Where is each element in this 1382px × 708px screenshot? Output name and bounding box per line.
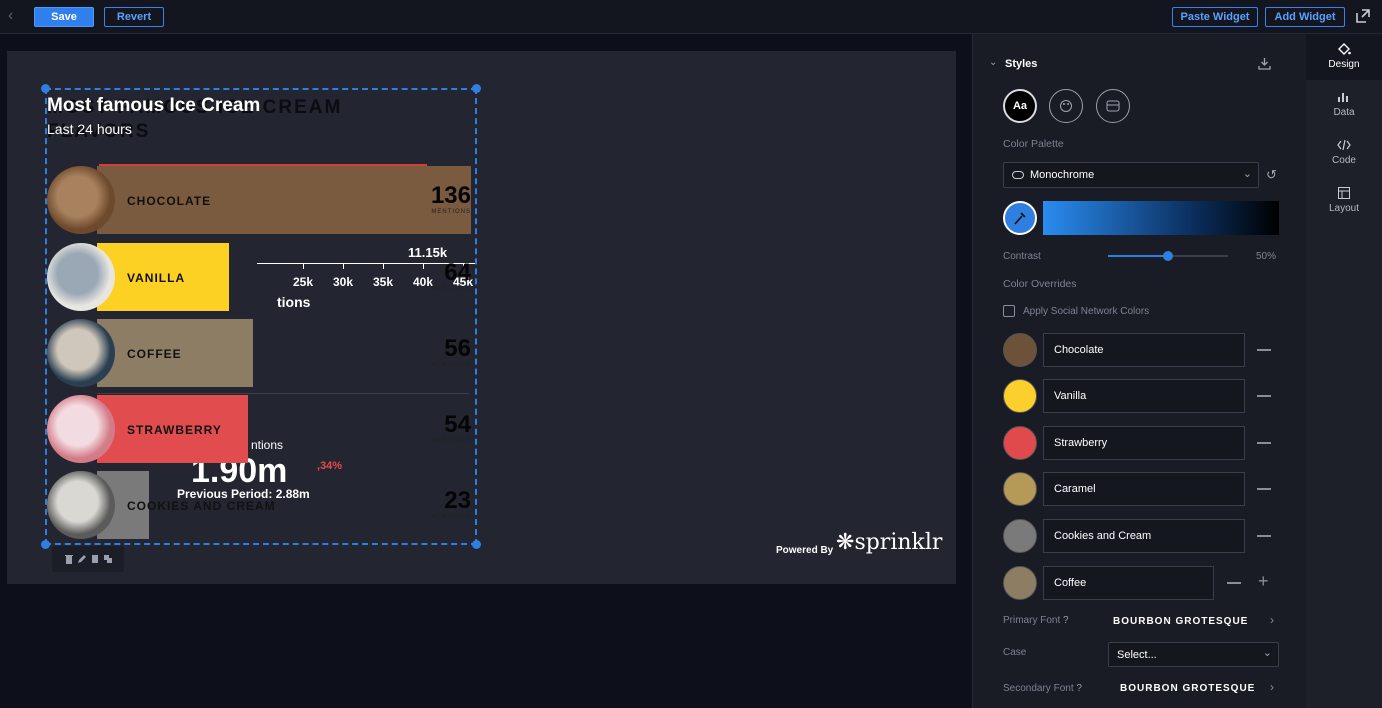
remove-override-icon[interactable]	[1257, 349, 1271, 351]
palette-select-value: Monochrome	[1030, 169, 1095, 181]
theme-option-2[interactable]	[1049, 89, 1083, 123]
tab-code[interactable]: Code	[1306, 132, 1382, 178]
secondary-font-value[interactable]: BOURBON GROTESQUE	[1120, 683, 1255, 694]
revert-button[interactable]: Revert	[104, 7, 164, 27]
font-theme-badge[interactable]: Aa	[1003, 89, 1037, 123]
reset-icon[interactable]: ↺	[1266, 167, 1277, 183]
override-name-field[interactable]: Strawberry	[1043, 426, 1245, 460]
color-palette-label: Color Palette	[1003, 138, 1064, 150]
widget-selection-frame[interactable]	[41, 84, 481, 549]
social-colors-label: Apply Social Network Colors	[1023, 306, 1150, 317]
code-icon	[1337, 139, 1351, 151]
override-name-field[interactable]: Cookies and Cream	[1043, 519, 1245, 553]
override-color-swatch[interactable]	[1003, 472, 1037, 506]
eyedropper-icon	[1014, 212, 1026, 225]
add-widget-button[interactable]: Add Widget	[1265, 7, 1345, 27]
top-bar: ‹ Save Revert Paste Widget Add Widget	[0, 0, 1382, 34]
chevron-down-icon: ⌄	[1242, 168, 1252, 180]
case-select-value: Select...	[1117, 648, 1157, 661]
chevron-right-icon[interactable]: ›	[1270, 613, 1274, 627]
override-color-swatch[interactable]	[1003, 566, 1037, 600]
paint-bucket-icon	[1338, 43, 1351, 55]
tab-layout-label: Layout	[1328, 203, 1360, 214]
brand-name: sprinklr	[854, 530, 943, 555]
duplicate-icon[interactable]	[103, 554, 113, 564]
override-color-swatch[interactable]	[1003, 333, 1037, 367]
canvas-area: MOST FAMOUS ICE CREAM FLAVORS Most famou…	[0, 34, 972, 708]
contrast-slider-track[interactable]	[1108, 251, 1228, 261]
remove-override-icon[interactable]	[1227, 582, 1241, 584]
powered-by-label: Powered By	[776, 545, 834, 556]
override-name-field[interactable]: Coffee	[1043, 566, 1214, 600]
resize-handle-bl[interactable]	[41, 540, 50, 549]
contrast-slider-fill	[1108, 255, 1168, 257]
primary-font-label: Primary Font ?	[1003, 615, 1069, 626]
tab-data[interactable]: Data	[1306, 84, 1382, 130]
resize-handle-br[interactable]	[472, 540, 481, 549]
download-icon[interactable]	[1258, 57, 1271, 70]
side-nav: Design Data Code Layout	[1306, 34, 1382, 708]
properties-panel	[972, 34, 1306, 708]
override-color-swatch[interactable]	[1003, 426, 1037, 460]
layout-icon	[1338, 187, 1350, 199]
add-override-icon[interactable]: +	[1258, 572, 1269, 590]
palette-icon	[1060, 100, 1072, 112]
sprinklr-icon: ❋	[836, 530, 855, 555]
paste-widget-button[interactable]: Paste Widget	[1172, 7, 1258, 27]
help-icon[interactable]: ?	[1076, 683, 1082, 694]
override-color-swatch[interactable]	[1003, 379, 1037, 413]
color-picker-button[interactable]	[1003, 201, 1037, 235]
theme-option-3[interactable]	[1096, 89, 1130, 123]
social-colors-checkbox[interactable]	[1003, 305, 1015, 317]
contrast-value: 50%	[1256, 251, 1277, 262]
remove-override-icon[interactable]	[1257, 395, 1271, 397]
tab-design[interactable]: Design	[1306, 34, 1382, 80]
override-name-field[interactable]: Caramel	[1043, 472, 1245, 506]
resize-handle-tl[interactable]	[41, 84, 50, 93]
tab-code-label: Code	[1332, 155, 1356, 166]
color-overrides-label: Color Overrides	[1003, 278, 1077, 290]
remove-override-icon[interactable]	[1257, 488, 1271, 490]
case-label: Case	[1003, 647, 1027, 658]
remove-override-icon[interactable]	[1257, 442, 1271, 444]
tab-layout[interactable]: Layout	[1306, 180, 1382, 226]
copy-icon[interactable]	[90, 554, 100, 564]
override-color-swatch[interactable]	[1003, 519, 1037, 553]
palette-gradient-preview	[1043, 201, 1279, 235]
tab-data-label: Data	[1333, 107, 1355, 118]
chart-icon	[1338, 93, 1348, 102]
chevron-right-icon[interactable]: ›	[1270, 680, 1274, 694]
delete-icon[interactable]	[64, 554, 74, 564]
styles-title: Styles	[1005, 58, 1038, 70]
sprinklr-logo: ❋sprinklr	[836, 530, 942, 555]
layout-theme-icon	[1106, 100, 1120, 112]
help-icon[interactable]: ?	[1063, 615, 1069, 626]
contrast-label: Contrast	[1003, 251, 1041, 262]
secondary-font-label: Secondary Font ?	[1003, 683, 1082, 694]
primary-font-label-text: Primary Font	[1003, 615, 1061, 626]
palette-select[interactable]: Monochrome ⌄	[1003, 162, 1259, 188]
back-chevron-icon[interactable]: ‹	[8, 8, 22, 24]
resize-handle-tr[interactable]	[472, 84, 481, 93]
primary-font-value[interactable]: BOURBON GROTESQUE	[1113, 616, 1248, 627]
remove-override-icon[interactable]	[1257, 535, 1271, 537]
edit-icon[interactable]	[77, 554, 87, 564]
collapse-chevron-icon[interactable]: ⌄	[989, 57, 997, 68]
chevron-down-icon: ⌄	[1262, 647, 1272, 659]
secondary-font-label-text: Secondary Font	[1003, 683, 1074, 694]
contrast-slider-handle[interactable]	[1163, 251, 1173, 261]
case-select[interactable]: Select... ⌄	[1108, 642, 1279, 667]
override-name-field[interactable]: Chocolate	[1043, 333, 1245, 367]
link-icon	[1012, 171, 1024, 179]
expand-icon[interactable]	[1356, 9, 1370, 23]
tab-design-label: Design	[1328, 59, 1360, 70]
widget-mini-toolbar	[52, 546, 124, 572]
override-name-field[interactable]: Vanilla	[1043, 379, 1245, 413]
dashboard-canvas: MOST FAMOUS ICE CREAM FLAVORS Most famou…	[7, 51, 956, 584]
save-button[interactable]: Save	[34, 7, 94, 27]
